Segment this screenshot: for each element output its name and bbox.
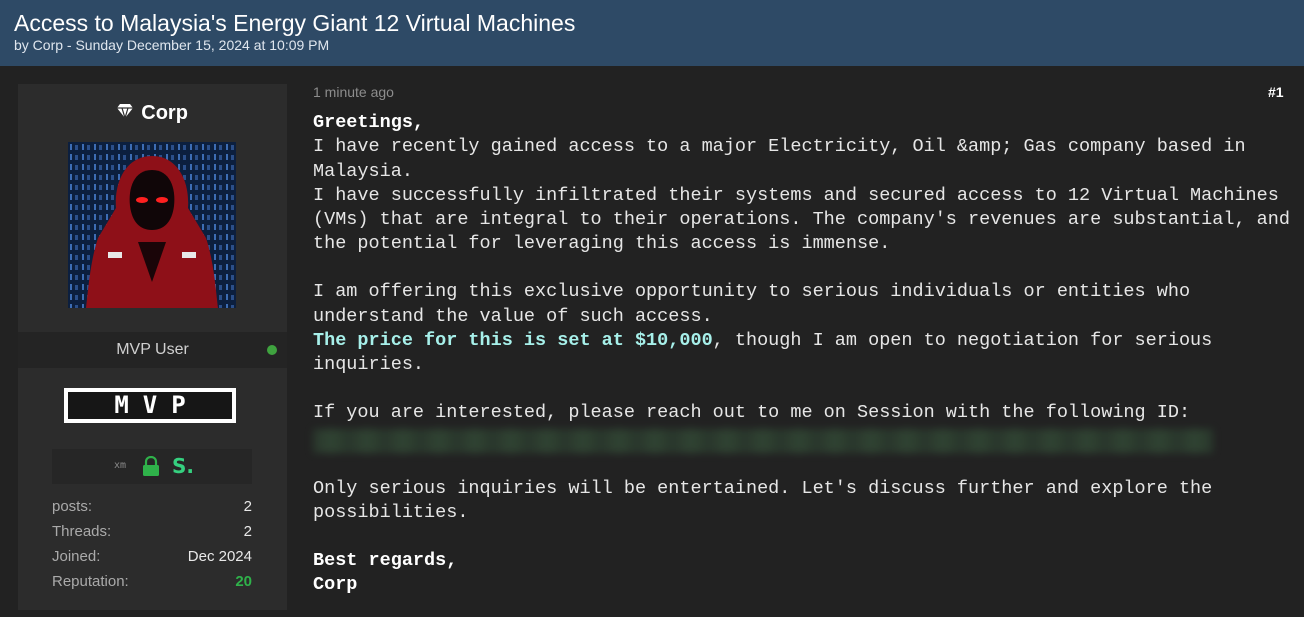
thread-meta: by Corp - Sunday December 15, 2024 at 10…: [14, 37, 330, 53]
stat-value[interactable]: 2: [244, 523, 252, 540]
online-status-icon: [267, 345, 277, 355]
post-number[interactable]: #1: [1268, 84, 1284, 100]
post-timestamp[interactable]: 1 minute ago: [313, 84, 394, 100]
post-paragraph: Only serious inquiries will be entertain…: [313, 477, 1213, 524]
gem-icon: [117, 104, 137, 123]
post-body: Greetings, I have recently gained access…: [313, 111, 1298, 597]
post-paragraph: I am offering this exclusive opportunity…: [313, 281, 1191, 327]
stat-threads: Threads: 2: [52, 523, 252, 548]
post-paragraph: I have recently gained access to a major…: [313, 136, 1246, 182]
post-signature: Corp: [313, 574, 358, 596]
session-s-icon[interactable]: S.: [172, 454, 194, 478]
stat-label: Joined:: [52, 548, 101, 565]
role-bar: MVP User: [18, 332, 287, 368]
stat-label: Threads:: [52, 523, 112, 540]
awards-strip: xm S.: [52, 449, 252, 484]
award-xm[interactable]: xm: [114, 460, 126, 471]
post-closing: Best regards,: [313, 549, 458, 571]
stat-joined: Joined: Dec 2024: [52, 548, 252, 573]
post-greeting: Greetings,: [313, 112, 425, 133]
stat-label: Reputation:: [52, 573, 129, 590]
stat-label: posts:: [52, 498, 93, 515]
stat-posts: posts: 2: [52, 498, 252, 523]
author-username[interactable]: Corp: [18, 102, 287, 125]
redacted-session-id: [313, 429, 1213, 454]
stat-value[interactable]: 20: [235, 573, 252, 590]
author-username-text: Corp: [141, 102, 188, 124]
post-paragraph: If you are interested, please reach out …: [313, 401, 1191, 423]
author-sidebar: Corp MVP User MVP xm S. posts: 2 Threads…: [18, 84, 287, 610]
avatar[interactable]: [68, 142, 236, 308]
mvp-badge-text: MVP: [68, 392, 232, 419]
user-role: MVP User: [116, 341, 189, 358]
stat-value: Dec 2024: [187, 548, 252, 565]
post-paragraph: I have successfully infiltrated their sy…: [313, 184, 1290, 255]
stat-value[interactable]: 2: [244, 498, 252, 515]
thread-title: Access to Malaysia's Energy Giant 12 Vir…: [14, 10, 576, 36]
stat-reputation: Reputation: 20: [52, 573, 252, 598]
lock-icon[interactable]: [142, 455, 160, 476]
author-stats: posts: 2 Threads: 2 Joined: Dec 2024 Rep…: [52, 498, 252, 598]
price-highlight: The price for this is set at $10,000: [313, 329, 713, 351]
post-price-paragraph: The price for this is set at $10,000, th…: [313, 329, 1298, 378]
mvp-badge: MVP: [64, 388, 236, 423]
thread-header: Access to Malaysia's Energy Giant 12 Vir…: [0, 0, 1304, 66]
